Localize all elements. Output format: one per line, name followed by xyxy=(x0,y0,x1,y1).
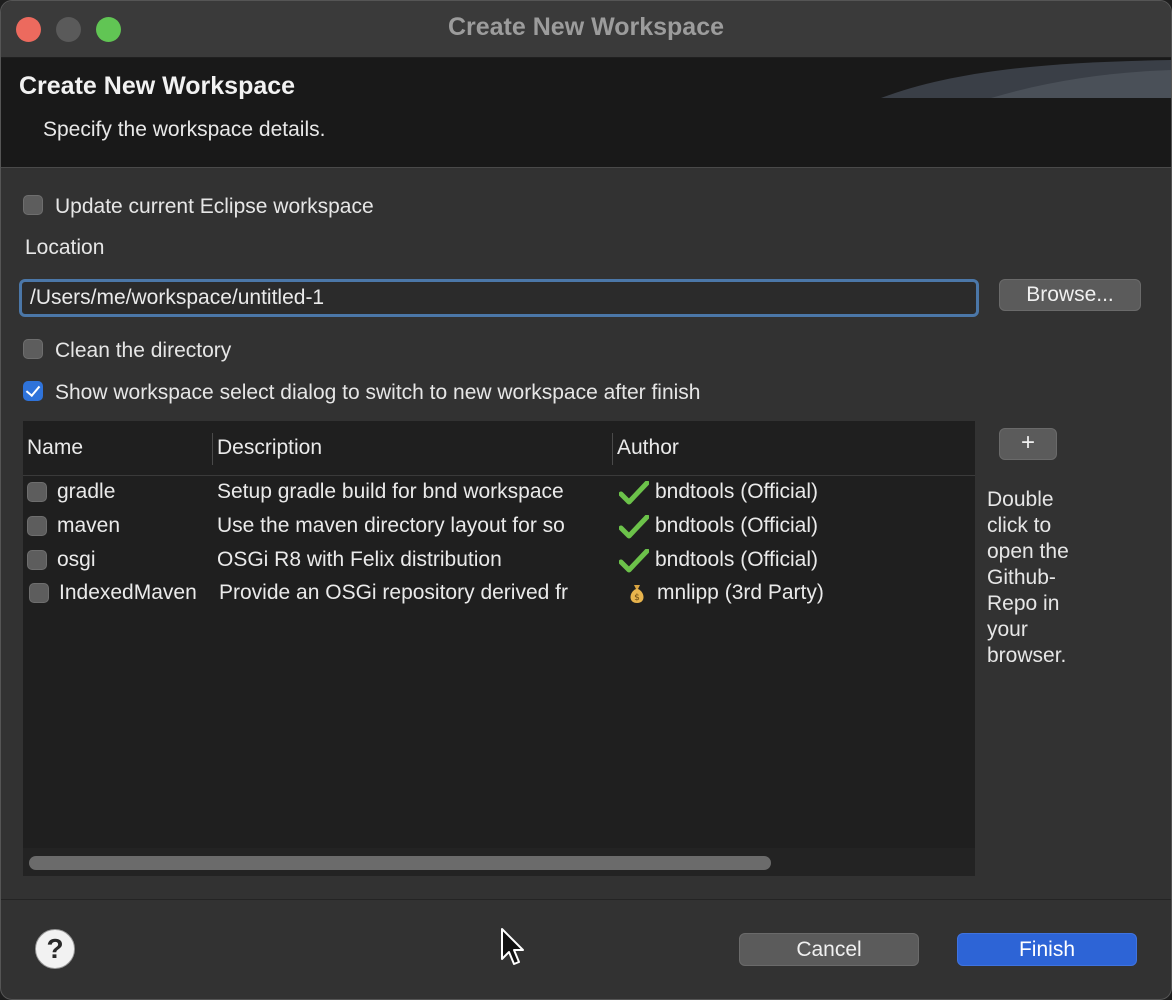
location-label: Location xyxy=(25,236,105,259)
table-row[interactable]: osgi OSGi R8 with Felix distribution bnd… xyxy=(23,544,975,578)
window-title: Create New Workspace xyxy=(447,13,725,41)
finish-button[interactable]: Finish xyxy=(957,933,1137,966)
row-checkbox[interactable] xyxy=(27,550,47,570)
svg-text:$: $ xyxy=(634,593,640,603)
table-header: Name Description Author xyxy=(23,421,975,476)
add-template-button[interactable]: + xyxy=(999,428,1057,460)
row-description: Use the maven directory layout for so xyxy=(217,514,565,537)
cancel-button[interactable]: Cancel xyxy=(739,933,919,966)
row-name: gradle xyxy=(57,480,116,503)
clean-directory-checkbox[interactable] xyxy=(23,339,43,359)
create-workspace-window: Create New Workspace Create New Workspac… xyxy=(0,0,1172,1000)
checkmark-icon xyxy=(619,515,649,539)
money-bag-icon: $ xyxy=(630,585,644,603)
location-input[interactable] xyxy=(19,279,979,317)
mouse-cursor-icon xyxy=(501,928,524,965)
update-workspace-label: Update current Eclipse workspace xyxy=(55,195,374,218)
scrollbar-thumb[interactable] xyxy=(29,856,771,870)
wizard-header: Create New Workspace Specify the workspa… xyxy=(1,58,1171,168)
template-table[interactable]: Name Description Author gradle Setup gra… xyxy=(23,421,975,876)
row-name: IndexedMaven xyxy=(59,581,197,604)
row-name: maven xyxy=(57,514,121,537)
row-name: osgi xyxy=(57,548,96,571)
clean-directory-label: Clean the directory xyxy=(55,339,232,362)
row-author: bndtools (Official) xyxy=(655,480,819,503)
update-workspace-checkbox[interactable] xyxy=(23,195,43,215)
column-header-description[interactable]: Description xyxy=(217,436,322,460)
checkmark-icon xyxy=(619,481,649,505)
row-author: bndtools (Official) xyxy=(655,514,819,537)
column-header-author[interactable]: Author xyxy=(617,436,679,460)
row-author: mnlipp (3rd Party) xyxy=(657,581,824,604)
show-dialog-label: Show workspace select dialog to switch t… xyxy=(55,381,701,404)
row-description: Provide an OSGi repository derived fr xyxy=(219,581,568,604)
row-description: OSGi R8 with Felix distribution xyxy=(217,548,502,571)
header-banner-graphic xyxy=(881,60,1171,98)
browse-button[interactable]: Browse... xyxy=(999,279,1141,311)
row-description: Setup gradle build for bnd workspace xyxy=(217,480,564,503)
side-note: Double click to open the Github-Repo in … xyxy=(987,488,1069,667)
horizontal-scrollbar[interactable] xyxy=(23,848,975,876)
table-row[interactable]: maven Use the maven directory layout for… xyxy=(23,510,975,544)
row-checkbox[interactable] xyxy=(27,516,47,536)
header-description: Specify the workspace details. xyxy=(43,118,326,141)
checkmark-icon xyxy=(619,549,649,573)
help-button[interactable]: ? xyxy=(35,929,75,969)
title-bar: Create New Workspace xyxy=(1,1,1171,58)
table-row[interactable]: IndexedMaven Provide an OSGi repository … xyxy=(23,577,975,611)
header-title: Create New Workspace xyxy=(19,72,296,100)
row-checkbox[interactable] xyxy=(27,482,47,502)
footer-divider xyxy=(1,899,1171,900)
row-checkbox[interactable] xyxy=(29,583,49,603)
row-author: bndtools (Official) xyxy=(655,548,819,571)
table-row[interactable]: gradle Setup gradle build for bnd worksp… xyxy=(23,476,975,510)
column-header-name[interactable]: Name xyxy=(27,436,83,460)
show-dialog-checkbox[interactable] xyxy=(23,381,43,401)
column-divider[interactable] xyxy=(612,433,613,465)
column-divider[interactable] xyxy=(212,433,213,465)
